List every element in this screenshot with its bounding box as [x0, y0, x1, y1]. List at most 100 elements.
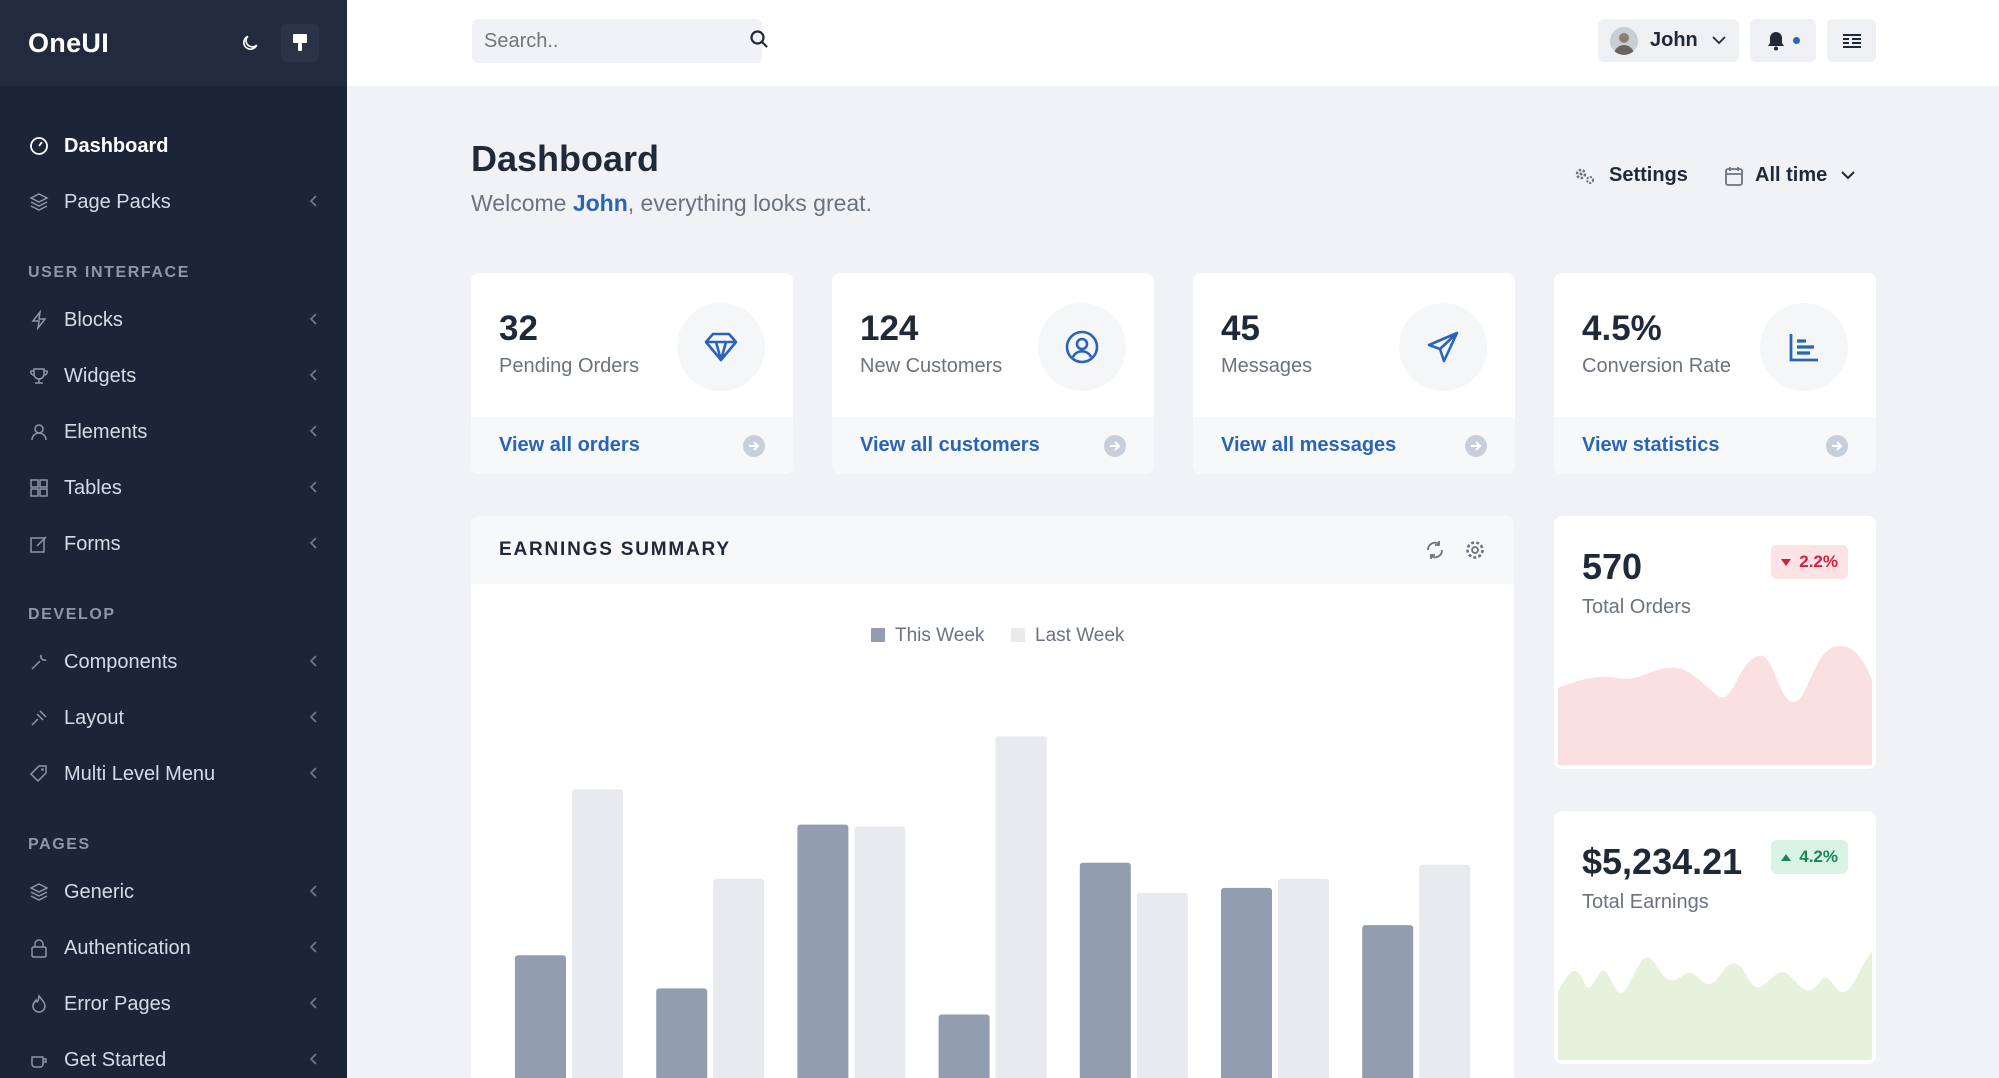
bar-last-week-7[interactable] [1419, 864, 1471, 1078]
stat-footer[interactable]: View all customers [832, 417, 1154, 474]
chevron-left-icon [309, 993, 319, 1016]
legend-swatch [1011, 628, 1025, 642]
bar-this-week-3[interactable] [797, 824, 849, 1078]
earnings-summary-block: EARNINGS SUMMARY This Week Last Week [471, 516, 1514, 1078]
bar-this-week-4[interactable] [938, 1014, 990, 1078]
search-icon[interactable] [749, 29, 769, 54]
view-all-messages-link[interactable]: View all messages [1221, 434, 1396, 457]
sidebar-item-forms[interactable]: Forms [0, 516, 347, 572]
period-dropdown[interactable]: All time [1725, 164, 1855, 187]
sidebar-item-label: Dashboard [64, 134, 169, 157]
sidebar-item-layout[interactable]: Layout [0, 690, 347, 746]
view-all-customers-link[interactable]: View all customers [860, 434, 1040, 457]
stat-footer[interactable]: View all orders [471, 417, 793, 474]
stat-card-new-customers: 124 New Customers View all customers [832, 273, 1154, 474]
chevron-down-icon [1712, 36, 1726, 45]
bar-last-week-3[interactable] [854, 826, 906, 1078]
earnings-header: EARNINGS SUMMARY [471, 516, 1514, 584]
bar-this-week-6[interactable] [1221, 887, 1272, 1078]
sidebar-item-elements[interactable]: Elements [0, 404, 347, 460]
widget-value: $5,234.21 [1582, 841, 1743, 882]
stat-label: New Customers [860, 355, 1003, 377]
trend-badge: 4.2% [1771, 840, 1848, 874]
welcome-user-link[interactable]: John [573, 190, 628, 216]
dashboard-icon [28, 135, 50, 157]
stat-footer[interactable]: View all messages [1193, 417, 1515, 474]
bar-last-week-6[interactable] [1278, 878, 1329, 1078]
sidebar-item-multi-level-menu[interactable]: Multi Level Menu [0, 746, 347, 802]
bar-this-week-5[interactable] [1079, 862, 1131, 1078]
stat-label: Pending Orders [499, 355, 640, 377]
avatar [1610, 26, 1638, 55]
bar-this-week-1[interactable] [515, 955, 566, 1078]
theme-button[interactable] [281, 24, 319, 62]
diamond-icon [677, 303, 765, 391]
edit-icon [28, 533, 50, 555]
notifications-button[interactable] [1750, 19, 1816, 62]
settings-button[interactable]: Settings [1573, 164, 1688, 187]
view-statistics-link[interactable]: View statistics [1582, 434, 1719, 457]
legend-label[interactable]: Last Week [1035, 625, 1125, 646]
chevron-left-icon [309, 533, 319, 556]
view-all-orders-link[interactable]: View all orders [499, 434, 640, 457]
caret-down-icon [1781, 558, 1792, 566]
sidebar-item-get-started[interactable]: Get Started [0, 1032, 347, 1078]
search-box [472, 19, 768, 63]
period-label: All time [1755, 164, 1828, 186]
trend-value: 2.2% [1799, 552, 1838, 571]
bar-last-week-1[interactable] [572, 789, 623, 1078]
bar-this-week-2[interactable] [656, 988, 708, 1078]
arrow-right-icon [1465, 434, 1487, 457]
paper-plane-icon [1399, 303, 1487, 391]
nav-heading-pages: PAGES [28, 836, 91, 853]
total-orders-widget: 570 Total Orders 2.2% [1554, 516, 1876, 769]
sidebar-item-authentication[interactable]: Authentication [0, 920, 347, 976]
sidebar-item-widgets[interactable]: Widgets [0, 348, 347, 404]
side-overlay-button[interactable] [1827, 19, 1876, 62]
sidebar-item-label: Widgets [64, 364, 137, 387]
sidebar-item-tables[interactable]: Tables [0, 460, 347, 516]
paint-brush-icon [293, 34, 307, 51]
widget-label: Total Earnings [1582, 891, 1709, 913]
dark-mode-toggle[interactable] [231, 24, 269, 62]
sidebar-item-label: Error Pages [64, 992, 171, 1015]
earnings-bar-chart: This Week Last Week [515, 625, 1471, 1078]
bar-this-week-7[interactable] [1362, 925, 1414, 1078]
bar-last-week-4[interactable] [995, 736, 1047, 1078]
arrow-right-icon [1826, 434, 1848, 457]
refresh-icon[interactable] [1424, 539, 1446, 561]
gear-icon[interactable] [1464, 539, 1486, 561]
trend-badge: 2.2% [1771, 545, 1848, 579]
sidebar-item-label: Tables [64, 476, 122, 499]
search-input[interactable] [484, 29, 749, 53]
legend-label[interactable]: This Week [895, 625, 985, 646]
user-menu-button[interactable]: John [1598, 19, 1739, 62]
bar-last-week-5[interactable] [1136, 892, 1188, 1078]
sidebar-header: OneUI [0, 0, 347, 86]
lock-icon [28, 937, 50, 959]
arrow-right-icon [1104, 434, 1126, 457]
wrench-icon [28, 651, 50, 673]
brand-logo[interactable]: OneUI [28, 28, 109, 59]
stat-footer[interactable]: View statistics [1554, 417, 1876, 474]
sidebar-item-dashboard[interactable]: Dashboard [0, 118, 347, 174]
gears-icon [1573, 166, 1597, 186]
bolt-icon [28, 309, 50, 331]
sidebar-item-generic[interactable]: Generic [0, 864, 347, 920]
sidebar-item-label: Page Packs [64, 190, 171, 213]
trophy-icon [28, 365, 50, 387]
chevron-left-icon [309, 651, 319, 674]
sidebar-item-components[interactable]: Components [0, 634, 347, 690]
bar-last-week-2[interactable] [713, 878, 765, 1078]
user-circle-icon [1038, 303, 1126, 391]
stat-label: Messages [1221, 355, 1313, 377]
earnings-sparkline [1558, 952, 1872, 1060]
sidebar-item-error-pages[interactable]: Error Pages [0, 976, 347, 1032]
sidebar-item-label: Blocks [64, 308, 123, 331]
caret-up-icon [1781, 853, 1792, 861]
sidebar-item-blocks[interactable]: Blocks [0, 292, 347, 348]
menu-lines-icon [1842, 33, 1862, 49]
sidebar-item-label: Layout [64, 706, 125, 729]
sidebar-item-page-packs[interactable]: Page Packs [0, 174, 347, 230]
widget-label: Total Orders [1582, 596, 1691, 618]
